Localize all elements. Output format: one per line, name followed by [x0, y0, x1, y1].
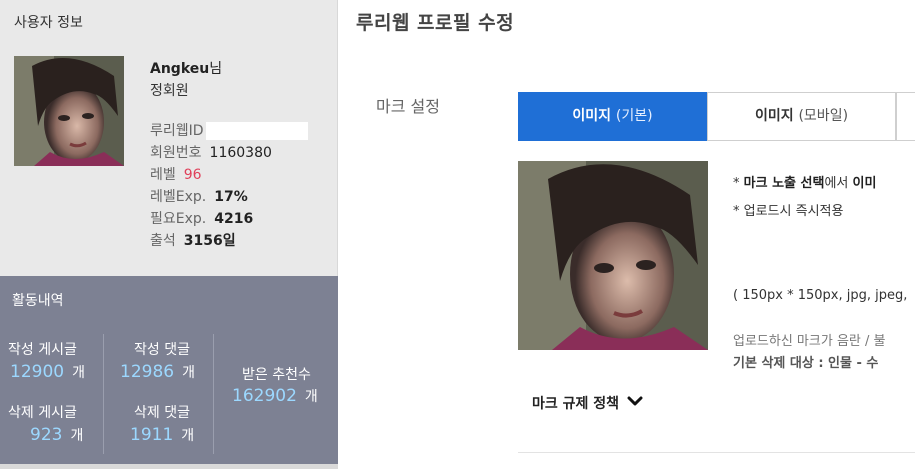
deleted-posts-label: 삭제 게시글: [8, 405, 77, 421]
activity-stats: 작성 게시글 12900 개 작성 댓글 12986 개 삭제 게시글 923 개 삭…: [0, 324, 338, 464]
info-row-id: 루리웹ID: [150, 120, 308, 142]
posts-stat: 12900 개: [10, 362, 85, 382]
tab-partial[interactable]: [896, 92, 915, 141]
info-row-level: 레벨 96: [150, 164, 308, 186]
info-row-level-exp: 레벨Exp. 17%: [150, 186, 308, 208]
info-row-need-exp: 필요Exp. 4216: [150, 208, 308, 230]
note-line-2: * 업로드시 즉시적용: [733, 204, 844, 219]
tab-image-mobile[interactable]: 이미지 (모바일): [707, 92, 896, 141]
member-no-label: 회원번호: [150, 145, 202, 161]
mark-tabs: 이미지 (기본) 이미지 (모바일): [518, 92, 915, 141]
avatar: [14, 56, 124, 166]
note-line-4: 업로드하신 마크가 음란 / 불: [733, 334, 886, 349]
sidebar-bottom-bar: [0, 464, 338, 469]
info-row-attendance: 출석 3156일: [150, 230, 308, 252]
level-value: 96: [183, 167, 202, 183]
page-title: 루리웹 프로필 수정: [356, 12, 515, 34]
divider: [103, 334, 104, 454]
recommends-label: 받은 추천수: [242, 367, 311, 383]
deleted-comments-label: 삭제 댓글: [134, 405, 190, 421]
tab-image-default[interactable]: 이미지 (기본): [518, 92, 707, 141]
sidebar: 사용자 정보 Angkeu님 정회원 루리웹ID 회원번호 1160380 레벨…: [0, 0, 338, 469]
mark-policy-toggle[interactable]: 마크 규제 정책: [532, 393, 643, 413]
note-line-5: 기본 삭제 대상 : 인물 - 수: [733, 356, 879, 371]
comments-stat: 12986 개: [120, 362, 195, 382]
level-exp-label: 레벨Exp.: [150, 189, 207, 205]
user-grade: 정회원: [150, 83, 189, 99]
deleted-posts-stat: 923 개: [30, 425, 84, 445]
level-exp-value: 17%: [214, 189, 248, 205]
id-label: 루리웹ID: [150, 123, 204, 139]
activity-panel: 활동내역 작성 게시글 12900 개 작성 댓글 12986 개 삭제 게시글 9…: [0, 276, 338, 464]
posts-label: 작성 게시글: [8, 342, 77, 358]
id-value-masked: [205, 122, 308, 140]
deleted-comments-stat: 1911 개: [130, 425, 195, 445]
chevron-down-icon: [627, 395, 643, 411]
note-line-1: * 마크 노출 선택에서 이미: [733, 176, 877, 191]
attendance-label: 출석: [150, 233, 176, 249]
policy-label: 마크 규제 정책: [532, 396, 620, 412]
user-name: Angkeu님: [150, 61, 223, 77]
divider: [518, 452, 915, 453]
comments-label: 작성 댓글: [134, 342, 190, 358]
user-info-panel: 사용자 정보 Angkeu님 정회원 루리웹ID 회원번호 1160380 레벨…: [0, 0, 338, 276]
mark-setting-label: 마크 설정: [376, 97, 440, 116]
recommends-stat: 162902 개: [232, 386, 318, 406]
note-line-3: ( 150px * 150px, jpg, jpeg,: [733, 288, 908, 303]
user-info-list: 루리웹ID 회원번호 1160380 레벨 96 레벨Exp. 17% 필요Exp. 4…: [150, 120, 308, 252]
member-no-value: 1160380: [209, 145, 272, 161]
main-content: 루리웹 프로필 수정 마크 설정 이미지 (기본) 이미지 (모바일) * 마크…: [338, 0, 915, 469]
need-exp-label: 필요Exp.: [150, 211, 207, 227]
activity-title: 활동내역: [12, 293, 64, 309]
info-row-member-no: 회원번호 1160380: [150, 142, 308, 164]
level-label: 레벨: [150, 167, 176, 183]
need-exp-value: 4216: [214, 211, 254, 227]
user-info-title: 사용자 정보: [14, 15, 83, 31]
attendance-value: 3156일: [183, 233, 236, 249]
divider: [213, 334, 214, 454]
mark-image-preview[interactable]: [518, 161, 708, 350]
